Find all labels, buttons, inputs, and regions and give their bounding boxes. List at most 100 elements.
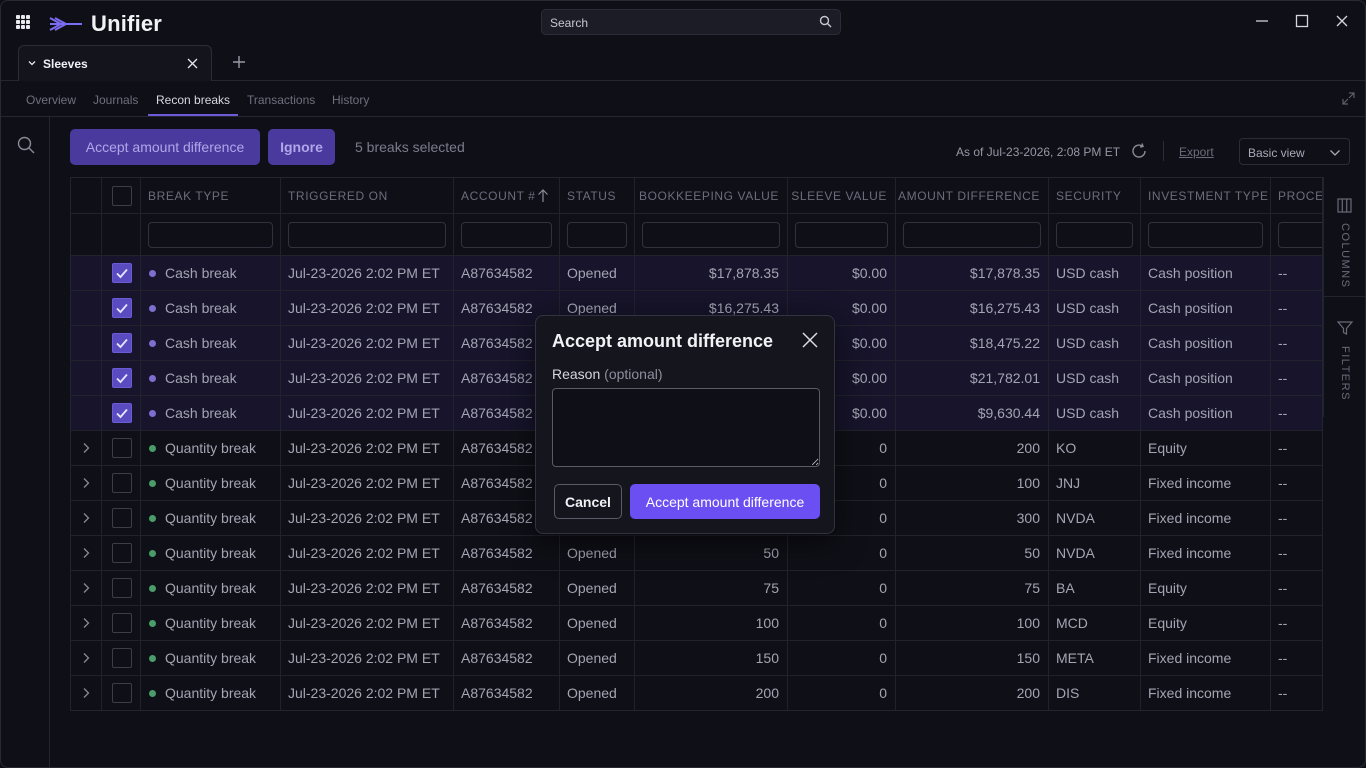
column-filter-input[interactable]	[288, 222, 446, 248]
confirm-accept-button[interactable]: Accept amount difference	[630, 484, 820, 519]
chevron-right-icon[interactable]	[80, 477, 92, 489]
ignore-button[interactable]: Ignore	[268, 129, 335, 165]
column-header-label[interactable]: ACCOUNT #	[461, 189, 536, 203]
select-all-checkbox[interactable]	[112, 185, 132, 206]
tab-overview[interactable]: Overview	[26, 93, 76, 107]
minimize-icon[interactable]	[1254, 13, 1270, 29]
cell-value: A87634582	[461, 650, 533, 666]
add-tab-icon[interactable]	[231, 54, 247, 70]
row-checkbox[interactable]	[112, 298, 132, 318]
column-filter-input[interactable]	[795, 222, 888, 248]
close-window-icon[interactable]	[1334, 13, 1350, 29]
cell-value: Fixed income	[1148, 650, 1232, 666]
chevron-right-icon[interactable]	[80, 617, 92, 629]
cell-value: --	[1278, 405, 1288, 421]
view-select[interactable]: Basic view	[1239, 138, 1350, 165]
column-filter-input[interactable]	[461, 222, 552, 248]
refresh-icon[interactable]	[1130, 142, 1148, 160]
row-checkbox[interactable]	[112, 683, 132, 703]
table-row[interactable]: Quantity break Jul-23-2026 2:02 PM ET A876…	[71, 536, 1322, 571]
chevron-right-icon[interactable]	[80, 512, 92, 524]
accept-amount-difference-button[interactable]: Accept amount difference	[70, 129, 260, 165]
cell-value: NVDA	[1056, 510, 1095, 526]
chevron-right-icon[interactable]	[80, 442, 92, 454]
tab-journals[interactable]: Journals	[93, 93, 138, 107]
table-row[interactable]: Quantity break Jul-23-2026 2:02 PM ET A876…	[71, 641, 1322, 676]
column-filter-input[interactable]	[1056, 222, 1133, 248]
filter-cell	[788, 214, 896, 255]
table-row[interactable]: Quantity break Jul-23-2026 2:02 PM ET A876…	[71, 676, 1322, 710]
tab-transactions[interactable]: Transactions	[247, 93, 315, 107]
quantity-break-indicator	[149, 690, 156, 697]
table-cell: Cash break	[141, 256, 281, 290]
app-launcher-icon[interactable]	[16, 15, 30, 29]
chevron-right-icon[interactable]	[80, 687, 92, 699]
row-checkbox[interactable]	[112, 543, 132, 563]
table-cell: Jul-23-2026 2:02 PM ET	[281, 431, 454, 465]
checkmark-icon	[116, 303, 128, 314]
row-checkbox[interactable]	[112, 333, 132, 353]
table-cell: Quantity break	[141, 676, 281, 710]
table-cell: Equity	[1141, 431, 1271, 465]
cell-value: MCD	[1056, 615, 1088, 631]
table-cell: Cash break	[141, 361, 281, 395]
column-filter-input[interactable]	[903, 222, 1041, 248]
cancel-button[interactable]: Cancel	[554, 484, 622, 519]
cell-value: Opened	[567, 685, 617, 701]
sort-ascending-icon[interactable]	[537, 189, 549, 203]
active-tab-indicator	[148, 114, 238, 116]
table-cell: Jul-23-2026 2:02 PM ET	[281, 326, 454, 360]
table-row[interactable]: Quantity break Jul-23-2026 2:02 PM ET A876…	[71, 571, 1322, 606]
close-tab-icon[interactable]	[186, 57, 199, 70]
cell-value: Equity	[1148, 615, 1187, 631]
tab-recon-breaks[interactable]: Recon breaks	[156, 93, 230, 107]
chevron-right-icon[interactable]	[80, 652, 92, 664]
filter-icon	[1337, 321, 1353, 335]
column-filter-input[interactable]	[1148, 222, 1263, 248]
cell-value: Quantity break	[165, 615, 257, 631]
search-input[interactable]: Search	[541, 9, 841, 35]
row-checkbox[interactable]	[112, 508, 132, 528]
maximize-icon[interactable]	[1294, 13, 1310, 29]
reason-field[interactable]	[552, 388, 820, 467]
row-checkbox[interactable]	[112, 648, 132, 668]
cell-value: 75	[1024, 580, 1040, 596]
cell-value: BA	[1056, 580, 1075, 596]
search-icon[interactable]	[17, 136, 35, 154]
tab-history[interactable]: History	[332, 93, 369, 107]
table-cell: $21,782.01	[896, 361, 1049, 395]
row-checkbox[interactable]	[112, 403, 132, 423]
table-cell	[102, 676, 141, 710]
expand-icon[interactable]	[1342, 92, 1355, 105]
table-row[interactable]: Cash break Jul-23-2026 2:02 PM ET A8763458…	[71, 256, 1322, 291]
column-filter-input[interactable]	[567, 222, 627, 248]
quantity-break-indicator	[149, 585, 156, 592]
column-filter-input[interactable]	[642, 222, 780, 248]
chevron-right-icon[interactable]	[80, 582, 92, 594]
filters-panel-tab[interactable]: FILTERS	[1324, 297, 1365, 417]
filter-cell	[635, 214, 788, 255]
table-row[interactable]: Quantity break Jul-23-2026 2:02 PM ET A876…	[71, 606, 1322, 641]
cell-value: Jul-23-2026 2:02 PM ET	[288, 510, 440, 526]
column-filter-input[interactable]	[148, 222, 273, 248]
row-checkbox[interactable]	[112, 438, 132, 458]
cell-value: USD cash	[1056, 405, 1120, 421]
column-header: AMOUNT DIFFERENCE	[896, 178, 1049, 213]
export-link[interactable]: Export	[1179, 145, 1214, 159]
selection-count: 5 breaks selected	[355, 139, 465, 155]
tab-sleeves[interactable]: Sleeves	[18, 45, 212, 81]
row-checkbox[interactable]	[112, 613, 132, 633]
chevron-right-icon[interactable]	[80, 547, 92, 559]
row-checkbox[interactable]	[112, 473, 132, 493]
row-checkbox[interactable]	[112, 263, 132, 283]
columns-panel-tab[interactable]: COLUMNS	[1324, 177, 1365, 297]
table-cell: A87634582	[454, 676, 560, 710]
column-filter-input[interactable]	[1278, 222, 1322, 248]
row-checkbox[interactable]	[112, 578, 132, 598]
row-checkbox[interactable]	[112, 368, 132, 388]
close-icon[interactable]	[802, 332, 818, 348]
cell-value: A87634582	[461, 545, 533, 561]
search-icon	[819, 15, 832, 28]
cell-value: Jul-23-2026 2:02 PM ET	[288, 650, 440, 666]
chevron-down-icon[interactable]	[27, 58, 37, 68]
